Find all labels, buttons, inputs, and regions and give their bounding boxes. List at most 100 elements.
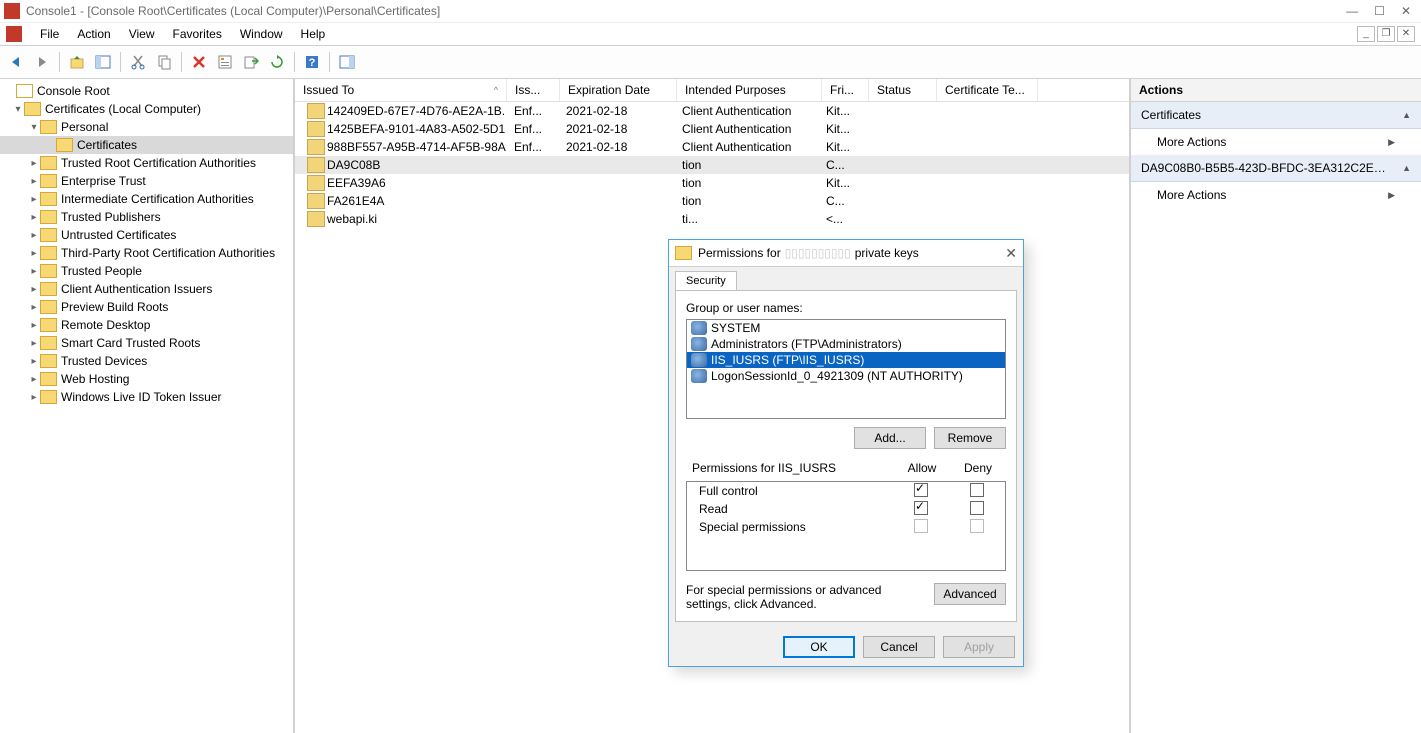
col-expiration[interactable]: Expiration Date (560, 79, 677, 101)
doc-close-button[interactable]: ✕ (1397, 26, 1415, 42)
col-issued-by[interactable]: Iss... (507, 79, 560, 101)
tree-item[interactable]: ▸Trusted People (0, 262, 293, 280)
menu-favorites[interactable]: Favorites (173, 27, 222, 41)
checkbox[interactable] (970, 501, 984, 515)
list-item[interactable]: EEFA39A6tionKit... (295, 174, 1129, 192)
actions-section-certificates[interactable]: Certificates▲ (1131, 102, 1421, 129)
delete-button[interactable] (187, 50, 211, 74)
cut-button[interactable] (126, 50, 150, 74)
group-item[interactable]: IIS_IUSRS (FTP\IIS_IUSRS) (687, 352, 1005, 368)
certificate-icon (307, 121, 325, 137)
tree-certificates-local[interactable]: ▾Certificates (Local Computer) (0, 100, 293, 118)
list-item[interactable]: FA261E4AtionC... (295, 192, 1129, 210)
tree-item[interactable]: ▸Preview Build Roots (0, 298, 293, 316)
checkbox[interactable] (970, 483, 984, 497)
app-icon (4, 3, 20, 19)
list-item[interactable]: 142409ED-67E7-4D76-AE2A-1B...Enf...2021-… (295, 102, 1129, 120)
tree-item[interactable]: ▸Client Authentication Issuers (0, 280, 293, 298)
list-item[interactable]: DA9C08BtionC... (295, 156, 1129, 174)
tree-item[interactable]: ▸Enterprise Trust (0, 172, 293, 190)
col-template[interactable]: Certificate Te... (937, 79, 1038, 101)
dialog-title-prefix: Permissions for (698, 246, 781, 260)
list-item[interactable]: 1425BEFA-9101-4A83-A502-5D1...Enf...2021… (295, 120, 1129, 138)
tree-item[interactable]: ▸Smart Card Trusted Roots (0, 334, 293, 352)
tree-item[interactable]: ▸Intermediate Certification Authorities (0, 190, 293, 208)
list-item[interactable]: 988BF557-A95B-4714-AF5B-98A...Enf...2021… (295, 138, 1129, 156)
refresh-button[interactable] (265, 50, 289, 74)
certificate-icon (307, 193, 325, 209)
tree-console-root[interactable]: Console Root (0, 82, 293, 100)
minimize-button[interactable]: — (1346, 4, 1358, 18)
tab-security[interactable]: Security (675, 271, 737, 290)
col-status[interactable]: Status (869, 79, 937, 101)
tree-item[interactable]: ▸Trusted Publishers (0, 208, 293, 226)
col-purposes[interactable]: Intended Purposes (677, 79, 822, 101)
tree-pane[interactable]: Console Root ▾Certificates (Local Comput… (0, 79, 295, 733)
checkbox[interactable] (914, 501, 928, 515)
add-button[interactable]: Add... (854, 427, 926, 449)
copy-button[interactable] (152, 50, 176, 74)
help-button[interactable]: ? (300, 50, 324, 74)
dialog-close-button[interactable]: ✕ (1005, 245, 1017, 262)
certificate-icon (307, 211, 325, 227)
col-friendly[interactable]: Fri... (822, 79, 869, 101)
group-list[interactable]: SYSTEMAdministrators (FTP\Administrators… (686, 319, 1006, 419)
apply-button[interactable]: Apply (943, 636, 1015, 658)
cancel-button[interactable]: Cancel (863, 636, 935, 658)
back-button[interactable] (4, 50, 28, 74)
group-item[interactable]: Administrators (FTP\Administrators) (687, 336, 1005, 352)
actions-header: Actions (1131, 79, 1421, 102)
mmc-icon (6, 26, 22, 42)
certificate-icon (307, 103, 325, 119)
ok-button[interactable]: OK (783, 636, 855, 658)
show-hide-tree-button[interactable] (91, 50, 115, 74)
tree-item[interactable]: ▸Windows Live ID Token Issuer (0, 388, 293, 406)
dialog-titlebar[interactable]: Permissions for ▯▯▯▯▯▯▯▯▯▯ private keys … (669, 240, 1023, 267)
advanced-button[interactable]: Advanced (934, 583, 1006, 605)
certificate-icon (307, 139, 325, 155)
user-group-icon (691, 369, 707, 383)
checkbox[interactable] (914, 483, 928, 497)
actions-section-selected-cert[interactable]: DA9C08B0-B5B5-423D-BFDC-3EA312C2E68E;co.… (1131, 155, 1421, 182)
actions-more-1[interactable]: More Actions▶ (1131, 129, 1421, 155)
checkbox[interactable] (970, 519, 984, 533)
tree-item[interactable]: ▸Third-Party Root Certification Authorit… (0, 244, 293, 262)
list-header: Issued To ^ Iss... Expiration Date Inten… (295, 79, 1129, 102)
actions-more-2[interactable]: More Actions▶ (1131, 182, 1421, 208)
tree-personal[interactable]: ▾Personal (0, 118, 293, 136)
group-label: Group or user names: (686, 301, 1006, 315)
close-button[interactable]: ✕ (1401, 4, 1411, 18)
actions-pane: Actions Certificates▲ More Actions▶ DA9C… (1131, 79, 1421, 733)
menu-action[interactable]: Action (77, 27, 110, 41)
list-item[interactable]: webapi.kiti...<... (295, 210, 1129, 228)
doc-restore-button[interactable]: ❐ (1377, 26, 1395, 42)
up-button[interactable] (65, 50, 89, 74)
menu-view[interactable]: View (129, 27, 155, 41)
checkbox[interactable] (914, 519, 928, 533)
export-button[interactable] (239, 50, 263, 74)
menu-help[interactable]: Help (301, 27, 326, 41)
group-item[interactable]: SYSTEM (687, 320, 1005, 336)
dialog-title-suffix: private keys (855, 246, 919, 260)
maximize-button[interactable]: ☐ (1374, 4, 1385, 18)
menu-file[interactable]: File (40, 27, 59, 41)
permissions-table: Full controlReadSpecial permissions (686, 481, 1006, 571)
doc-minimize-button[interactable]: _ (1357, 26, 1375, 42)
forward-button[interactable] (30, 50, 54, 74)
tree-item[interactable]: ▸Remote Desktop (0, 316, 293, 334)
tree-item[interactable]: ▸Trusted Root Certification Authorities (0, 154, 293, 172)
show-hide-action-pane-button[interactable] (335, 50, 359, 74)
col-issued-to[interactable]: Issued To ^ (295, 79, 507, 101)
tree-item[interactable]: ▸Untrusted Certificates (0, 226, 293, 244)
svg-text:?: ? (309, 57, 316, 69)
certificate-icon (307, 157, 325, 173)
tree-item[interactable]: ▸Web Hosting (0, 370, 293, 388)
menu-window[interactable]: Window (240, 27, 283, 41)
remove-button[interactable]: Remove (934, 427, 1006, 449)
tree-certificates[interactable]: Certificates (0, 136, 293, 154)
permission-row: Full control (687, 482, 1005, 500)
permissions-dialog: Permissions for ▯▯▯▯▯▯▯▯▯▯ private keys … (668, 239, 1024, 667)
group-item[interactable]: LogonSessionId_0_4921309 (NT AUTHORITY) (687, 368, 1005, 384)
properties-button[interactable] (213, 50, 237, 74)
tree-item[interactable]: ▸Trusted Devices (0, 352, 293, 370)
